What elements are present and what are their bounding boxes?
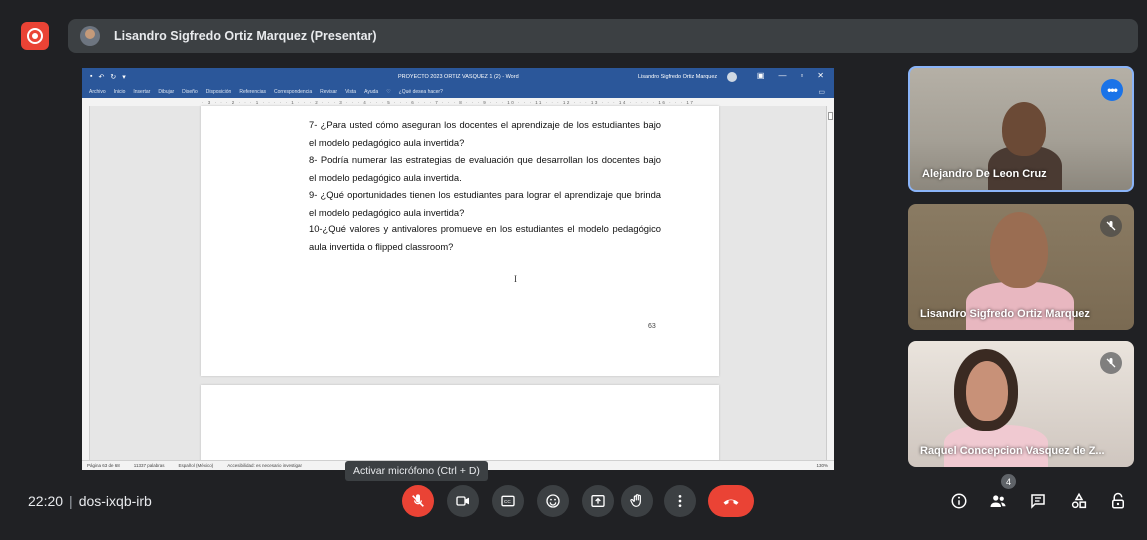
- meeting-details-button[interactable]: [948, 490, 970, 512]
- mic-off-icon: [412, 494, 424, 507]
- mic-off-icon: [1100, 215, 1122, 237]
- comments-icon: ▭: [818, 89, 825, 96]
- present-screen-icon: [591, 495, 605, 507]
- participant-video: [966, 282, 1074, 330]
- status-accessibility: Accesibilidad: es necesario investigar: [227, 463, 303, 468]
- document-page: 7- ¿Para usted cómo aseguran los docente…: [201, 106, 719, 376]
- redo-icon: ↻: [110, 74, 117, 81]
- meeting-code: dos-ixqb-irb: [78, 493, 152, 509]
- activities-button[interactable]: [1068, 490, 1090, 512]
- participant-tile[interactable]: Lisandro Sigfredo Ortiz Marquez: [908, 204, 1134, 330]
- leave-call-button[interactable]: [708, 485, 754, 517]
- mic-toggle-button[interactable]: [402, 485, 434, 517]
- chat-icon: [1031, 494, 1045, 509]
- chat-button[interactable]: [1027, 490, 1049, 512]
- window-controls: ▣ — ▫ ✕: [757, 71, 824, 80]
- ribbon-display-icon: ▣: [756, 71, 765, 80]
- quick-access-toolbar: ▪ ↶ ↻ ▾: [90, 73, 126, 81]
- svg-text:CC: CC: [504, 499, 511, 504]
- text-cursor-icon: I: [514, 274, 517, 284]
- menu-referencias: Referencias: [239, 89, 267, 95]
- raise-hand-icon: [630, 494, 641, 507]
- meeting-time: 22:20: [28, 493, 64, 509]
- info-icon: [951, 493, 967, 509]
- videocam-icon: [456, 496, 469, 506]
- participant-name: Lisandro Sigfredo Ortiz Marquez: [920, 308, 1090, 320]
- meeting-separator: |: [69, 493, 73, 509]
- menu-correspondencia: Correspondencia: [274, 89, 313, 95]
- restore-icon: ▫: [800, 71, 804, 80]
- menu-vista: Vista: [345, 89, 357, 95]
- question-10: 10-¿Qué valores y antivalores promueve e…: [309, 223, 661, 252]
- tell-me-search: ¿Qué desea hacer?: [398, 89, 443, 95]
- people-icon: [990, 495, 1006, 507]
- more-horiz-icon[interactable]: •••: [1101, 79, 1123, 101]
- meeting-info: 22:20 | dos-ixqb-irb: [28, 493, 152, 509]
- word-user-name: Lisandro Sigfredo Ortiz Marquez: [638, 74, 718, 80]
- document-area: 7- ¿Para usted cómo aseguran los docente…: [90, 106, 826, 465]
- status-zoom: 130%: [816, 463, 828, 468]
- activities-icon: [1071, 492, 1087, 509]
- host-controls-button[interactable]: [1107, 490, 1129, 512]
- undo-icon: ↶: [98, 74, 105, 81]
- word-doc-title: PROYECTO 2023 ORTIZ VASQUEZ 1 (2) - Word: [398, 74, 519, 80]
- participant-name: Raquel Concepcion Vasquez de Z...: [920, 445, 1105, 457]
- horizontal-ruler: · 3 · · · 2 · · · 1 · · · · · 1 · · · 2 …: [82, 98, 834, 106]
- menu-archivo: Archivo: [89, 89, 106, 95]
- mic-tooltip: Activar micrófono (Ctrl + D): [345, 461, 488, 481]
- status-page: Página 63 de 68: [87, 463, 120, 468]
- next-page: [201, 385, 719, 465]
- minimize-icon: —: [778, 71, 787, 80]
- participant-count-badge: 4: [1001, 474, 1016, 489]
- status-language: Español (México): [178, 463, 214, 468]
- host-controls-icon: [1112, 492, 1124, 509]
- people-button[interactable]: [987, 490, 1009, 512]
- participant-name: Alejandro De Leon Cruz: [922, 168, 1047, 180]
- presenter-name: Lisandro Sigfredo Ortiz Marquez (Present…: [114, 29, 377, 43]
- presenter-bar: Lisandro Sigfredo Ortiz Marquez (Present…: [68, 19, 1138, 53]
- menu-dibujar: Dibujar: [158, 89, 175, 95]
- menu-revisar: Revisar: [320, 89, 338, 95]
- more-options-button[interactable]: [664, 485, 696, 517]
- present-button[interactable]: [582, 485, 614, 517]
- shared-screen: ▪ ↶ ↻ ▾ PROYECTO 2023 ORTIZ VASQUEZ 1 (2…: [82, 68, 834, 470]
- vertical-scrollbar: [826, 106, 834, 460]
- camera-toggle-button[interactable]: [447, 485, 479, 517]
- more-vert-icon: [678, 495, 682, 507]
- vertical-ruler: [82, 106, 90, 460]
- word-title-bar: ▪ ↶ ↻ ▾ PROYECTO 2023 ORTIZ VASQUEZ 1 (2…: [82, 68, 834, 86]
- call-end-icon: [723, 499, 739, 505]
- question-9: 9- ¿Qué oportunidades tienen los estudia…: [309, 189, 661, 218]
- question-7: 7- ¿Para usted cómo aseguran los docente…: [309, 119, 661, 148]
- participant-tile[interactable]: ••• Alejandro De Leon Cruz: [908, 66, 1134, 192]
- status-words: 11337 palabras: [133, 463, 165, 468]
- menu-inicio: Inicio: [113, 89, 126, 95]
- menu-diseno: Diseño: [182, 89, 198, 95]
- word-user-avatar: [727, 72, 737, 82]
- menu-ayuda: Ayuda: [364, 89, 379, 95]
- mic-off-icon: [1100, 352, 1122, 374]
- participant-face: [966, 361, 1008, 421]
- lightbulb-icon: ♡: [386, 89, 391, 95]
- close-icon: ✕: [817, 71, 824, 80]
- menu-insertar: Insertar: [133, 89, 151, 95]
- participant-tile[interactable]: Raquel Concepcion Vasquez de Z...: [908, 341, 1134, 467]
- meet-window: Lisandro Sigfredo Ortiz Marquez (Present…: [0, 0, 1147, 540]
- presenter-avatar: [80, 26, 100, 46]
- emoji-icon: [546, 494, 560, 508]
- word-ribbon-tabs: Archivo Inicio Insertar Dibujar Diseño D…: [82, 86, 834, 98]
- captions-button[interactable]: CC: [492, 485, 524, 517]
- save-icon: ▪: [90, 73, 93, 80]
- customize-icon: ▾: [122, 74, 126, 81]
- emoji-button[interactable]: [537, 485, 569, 517]
- participant-face: [1002, 102, 1046, 156]
- question-8: 8- Podría numerar las estrategias de eva…: [309, 154, 661, 183]
- page-number: 63: [648, 323, 656, 330]
- recording-icon[interactable]: [21, 22, 49, 50]
- raise-hand-button[interactable]: [621, 485, 653, 517]
- closed-captions-icon: CC: [501, 495, 515, 507]
- menu-disposicion: Disposición: [205, 89, 232, 95]
- participant-face: [990, 212, 1048, 288]
